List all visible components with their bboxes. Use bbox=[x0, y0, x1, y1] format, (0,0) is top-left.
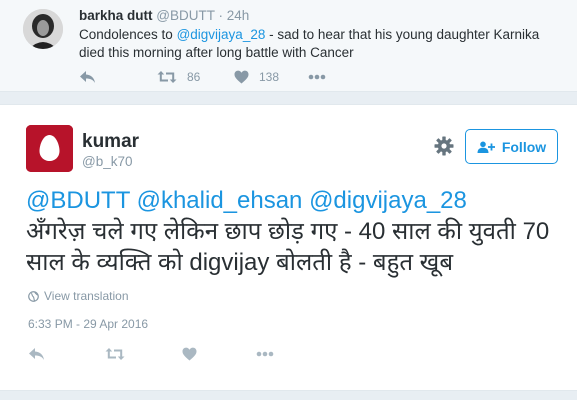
reply-button[interactable] bbox=[79, 68, 96, 86]
more-button[interactable] bbox=[256, 345, 274, 363]
parent-tweet[interactable]: barkha dutt @BDUTT · 24h Condolences to … bbox=[0, 0, 577, 92]
author-name[interactable]: barkha dutt bbox=[79, 8, 153, 23]
timestamp[interactable]: 24h bbox=[227, 8, 250, 23]
gear-icon bbox=[434, 136, 454, 156]
heart-icon bbox=[182, 347, 197, 361]
tweet-actions bbox=[28, 345, 328, 363]
like-button[interactable]: 138 bbox=[234, 68, 279, 86]
like-button[interactable] bbox=[182, 345, 197, 363]
settings-button[interactable] bbox=[433, 135, 455, 157]
profile-photo bbox=[23, 9, 63, 49]
more-icon bbox=[308, 74, 326, 80]
follow-button[interactable]: Follow bbox=[465, 129, 558, 164]
timestamp[interactable]: 6:33 PM - 29 Apr 2016 bbox=[28, 317, 148, 331]
tweet-text-prefix: Condolences to bbox=[79, 27, 177, 42]
mentions-line[interactable]: @BDUTT @khalid_ehsan @digvijaya_28 bbox=[26, 185, 566, 216]
view-translation-link[interactable]: View translation bbox=[28, 289, 129, 303]
retweet-count: 86 bbox=[187, 70, 201, 84]
retweet-icon bbox=[105, 348, 125, 360]
mention-link[interactable]: @digvijaya_28 bbox=[177, 27, 266, 42]
tweet-actions: 86 138 bbox=[79, 68, 379, 86]
retweet-button[interactable] bbox=[105, 345, 125, 363]
retweet-icon bbox=[157, 71, 177, 83]
heart-icon bbox=[234, 70, 249, 84]
tweet-text: Condolences to @digvijaya_28 - sad to he… bbox=[79, 26, 559, 62]
like-count: 138 bbox=[259, 70, 280, 84]
author-name[interactable]: kumar bbox=[82, 131, 139, 153]
tweet-text-line: अँगरेज़ चले गए लेकिन छाप छोड़ गए - 40 सा… bbox=[26, 218, 550, 245]
tweet-text-line: साल के व्यक्ति को digvijay बोलती है - बह… bbox=[26, 249, 454, 276]
avatar[interactable] bbox=[23, 9, 63, 49]
separator: · bbox=[218, 8, 224, 23]
follow-label: Follow bbox=[501, 138, 547, 155]
tweet-header: barkha dutt @BDUTT · 24h bbox=[79, 8, 249, 23]
egg-avatar-icon bbox=[26, 125, 73, 172]
reply-icon bbox=[80, 71, 95, 83]
author-handle[interactable]: @b_k70 bbox=[82, 154, 133, 169]
globe-icon bbox=[28, 290, 39, 302]
follow-user-icon bbox=[477, 141, 495, 153]
reply-button[interactable] bbox=[28, 345, 45, 363]
avatar[interactable] bbox=[26, 125, 73, 172]
more-button[interactable] bbox=[308, 68, 326, 86]
retweet-button[interactable]: 86 bbox=[157, 68, 200, 86]
more-icon bbox=[256, 351, 274, 357]
view-translation-label: View translation bbox=[44, 289, 129, 303]
main-tweet: kumar @b_k70 Follow @BDUTT @khalid_ehsan… bbox=[0, 104, 577, 391]
reply-icon bbox=[29, 348, 44, 360]
author-handle[interactable]: @BDUTT bbox=[156, 8, 214, 23]
tweet-text: @BDUTT @khalid_ehsan @digvijaya_28 अँगरे… bbox=[26, 185, 566, 278]
